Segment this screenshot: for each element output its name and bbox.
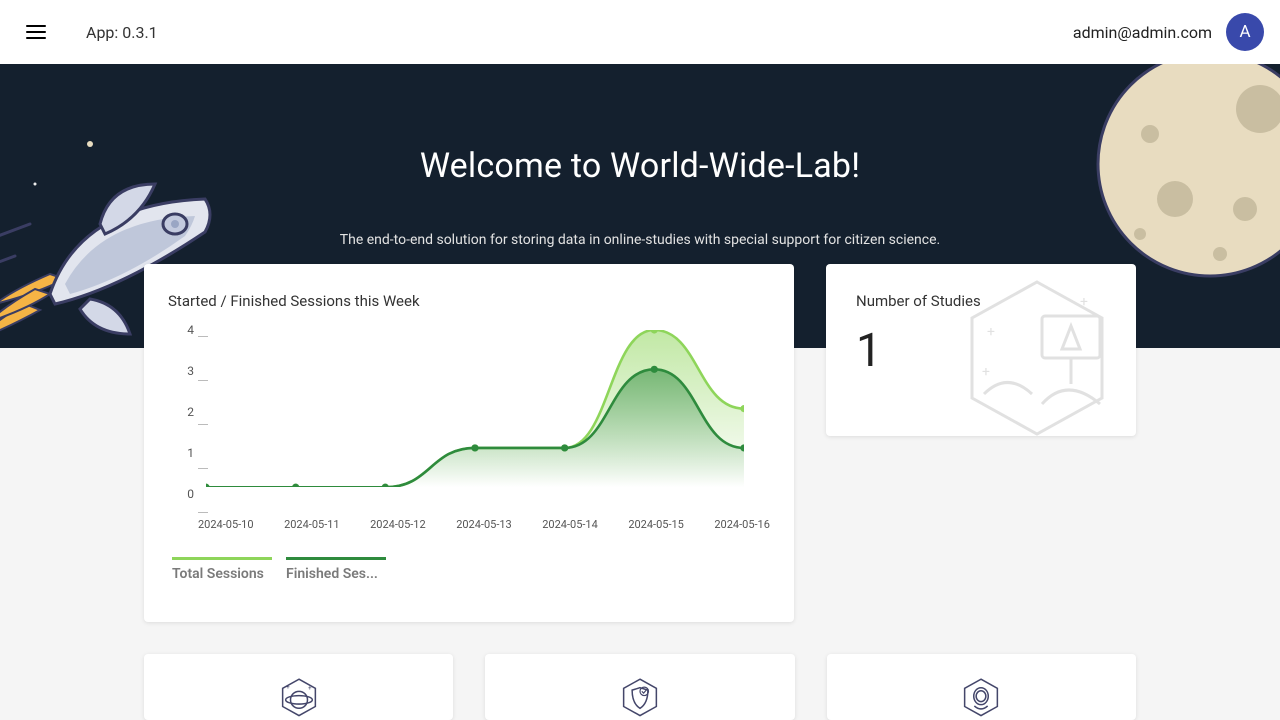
app-version-label: App: 0.3.1 <box>86 23 158 42</box>
rocket-badge-icon: + + + <box>952 276 1122 436</box>
user-email-label[interactable]: admin@admin.com <box>1073 23 1212 42</box>
svg-text:+: + <box>308 685 312 692</box>
planet-hex-icon: + + <box>266 678 332 718</box>
action-card-2[interactable] <box>485 654 794 720</box>
hero-title: Welcome to World-Wide-Lab! <box>0 64 1280 186</box>
legend-total-sessions[interactable]: Total Sessions <box>172 549 272 582</box>
action-card-1[interactable]: + + <box>144 654 453 720</box>
svg-text:+: + <box>286 684 290 691</box>
sessions-chart-area: 4 3 2 1 0 <box>170 336 744 512</box>
header-right: admin@admin.com A <box>1073 13 1264 51</box>
xtick-label: 2024-05-11 <box>284 518 340 531</box>
chart-xaxis-labels: 2024-05-10 2024-05-11 2024-05-12 2024-05… <box>198 518 770 531</box>
xtick-label: 2024-05-10 <box>198 518 254 531</box>
astronaut-hex-icon <box>948 678 1014 718</box>
sessions-chart-title: Started / Finished Sessions this Week <box>168 292 770 310</box>
avatar[interactable]: A <box>1226 13 1264 51</box>
hamburger-icon <box>26 25 46 39</box>
svg-text:+: + <box>987 324 995 340</box>
xtick-label: 2024-05-13 <box>456 518 512 531</box>
content-row: Started / Finished Sessions this Week 4 … <box>0 264 1280 622</box>
svg-text:+: + <box>982 364 990 380</box>
xtick-label: 2024-05-16 <box>714 518 770 531</box>
legend-label: Total Sessions <box>172 566 264 582</box>
shield-check-hex-icon <box>607 678 673 718</box>
xtick-label: 2024-05-15 <box>628 518 684 531</box>
xtick-label: 2024-05-12 <box>370 518 426 531</box>
xtick-label: 2024-05-14 <box>542 518 598 531</box>
action-card-3[interactable] <box>827 654 1136 720</box>
legend-finished-sessions[interactable]: Finished Ses... <box>286 549 386 582</box>
svg-text:+: + <box>1080 294 1088 310</box>
chart-legend: Total Sessions Finished Ses... <box>172 549 770 582</box>
legend-label: Finished Ses... <box>286 566 378 582</box>
top-header: App: 0.3.1 admin@admin.com A <box>0 0 1280 64</box>
legend-swatch <box>286 557 386 560</box>
menu-button[interactable] <box>16 12 56 52</box>
sessions-chart-svg <box>206 330 744 487</box>
studies-count-card[interactable]: Number of Studies 1 + + + <box>826 264 1136 436</box>
chart-yaxis-labels: 4 3 2 1 0 <box>170 330 194 494</box>
bottom-cards-row: + + <box>0 622 1280 720</box>
legend-swatch <box>172 557 272 560</box>
hero-subtitle: The end-to-end solution for storing data… <box>0 232 1280 248</box>
sessions-chart-card: Started / Finished Sessions this Week 4 … <box>144 264 794 622</box>
